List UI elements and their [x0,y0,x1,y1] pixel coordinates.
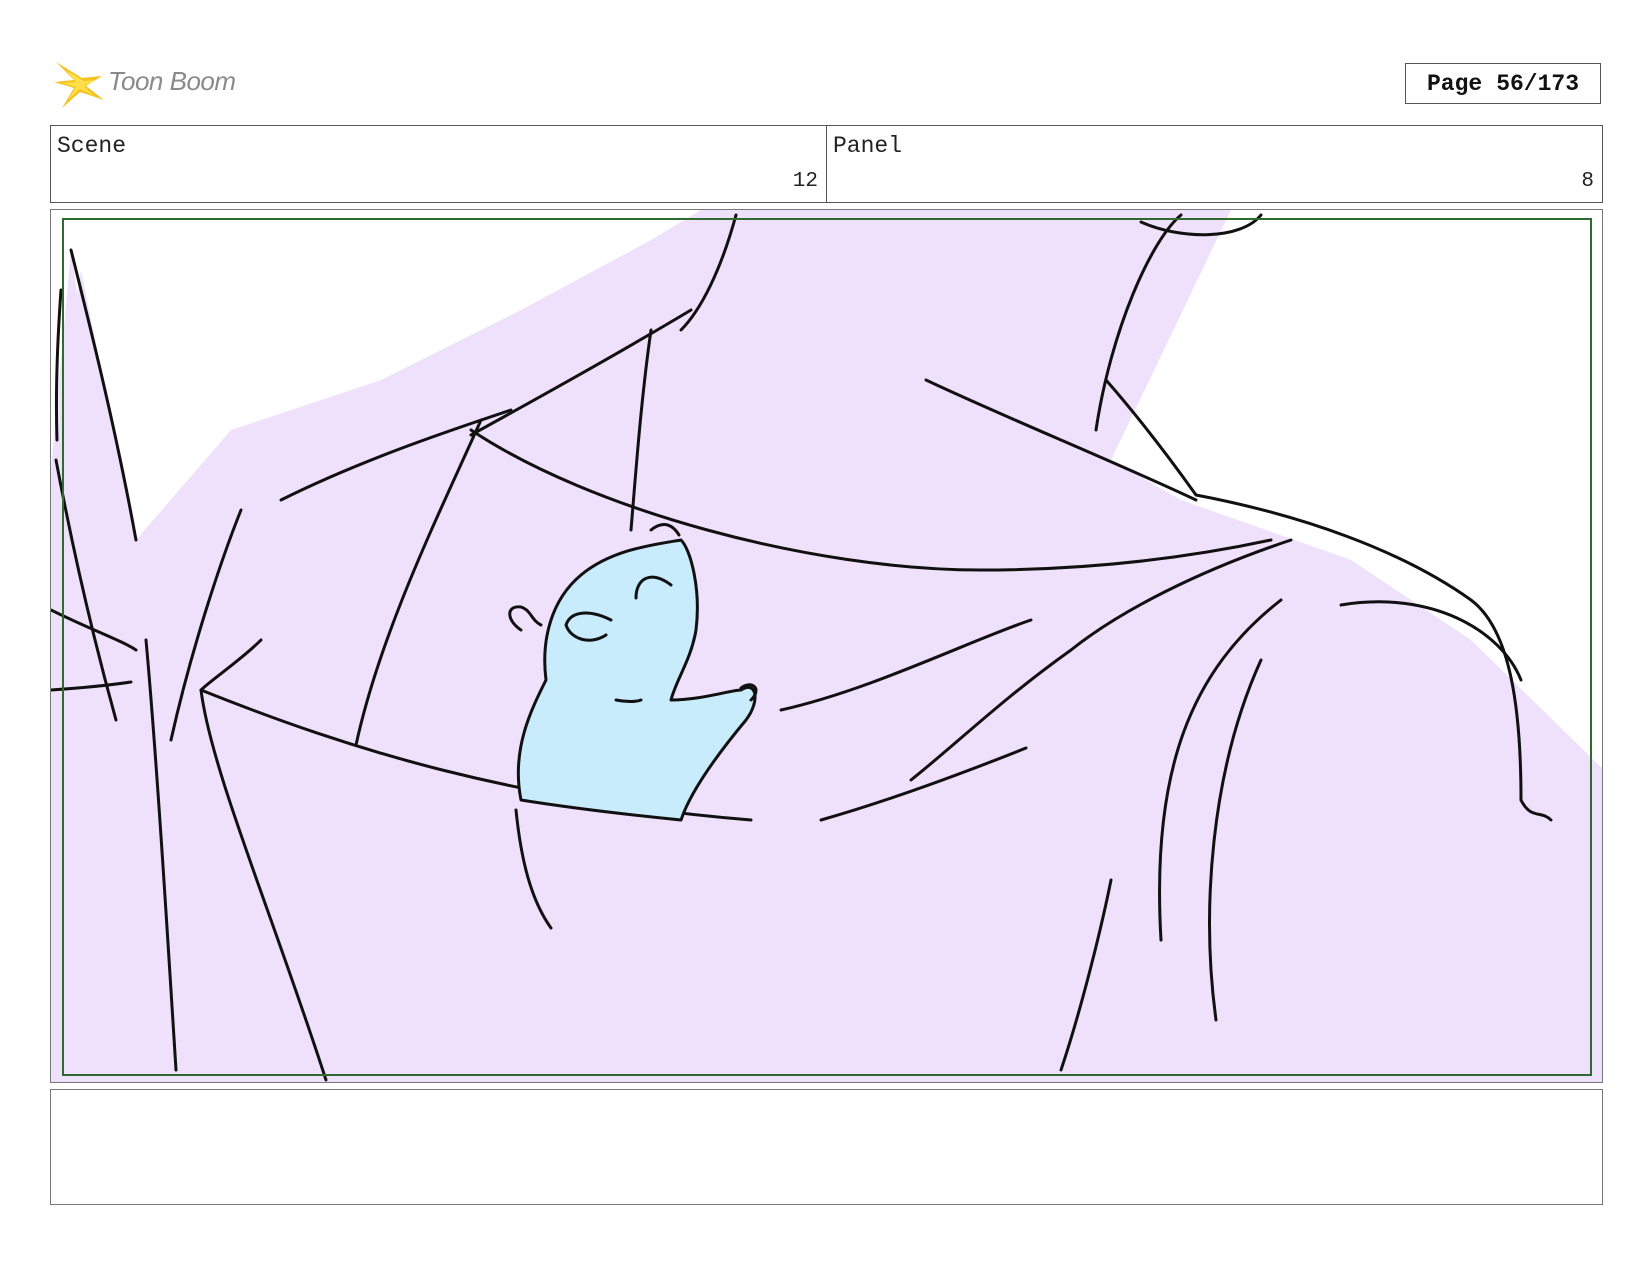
scene-label: Scene [57,133,127,159]
page-indicator: Page 56/173 [1405,63,1601,104]
panel-cell: Panel 8 [826,126,1602,202]
panel-notes[interactable] [50,1089,1603,1205]
starburst-logo-icon [54,62,104,108]
page-number: 56/173 [1496,70,1580,97]
scene-panel-info: Scene 12 Panel 8 [50,125,1603,203]
scene-value: 12 [792,170,818,193]
panel-value: 8 [1581,170,1594,193]
page-label: Page [1426,70,1483,97]
toon-boom-logo: Toon Boom [52,56,262,112]
panel-label: Panel [833,133,903,159]
storyboard-drawing [51,210,1602,1082]
storyboard-panel[interactable] [50,209,1603,1083]
logo-text: Toon Boom [108,66,236,96]
scene-cell: Scene 12 [51,126,826,202]
